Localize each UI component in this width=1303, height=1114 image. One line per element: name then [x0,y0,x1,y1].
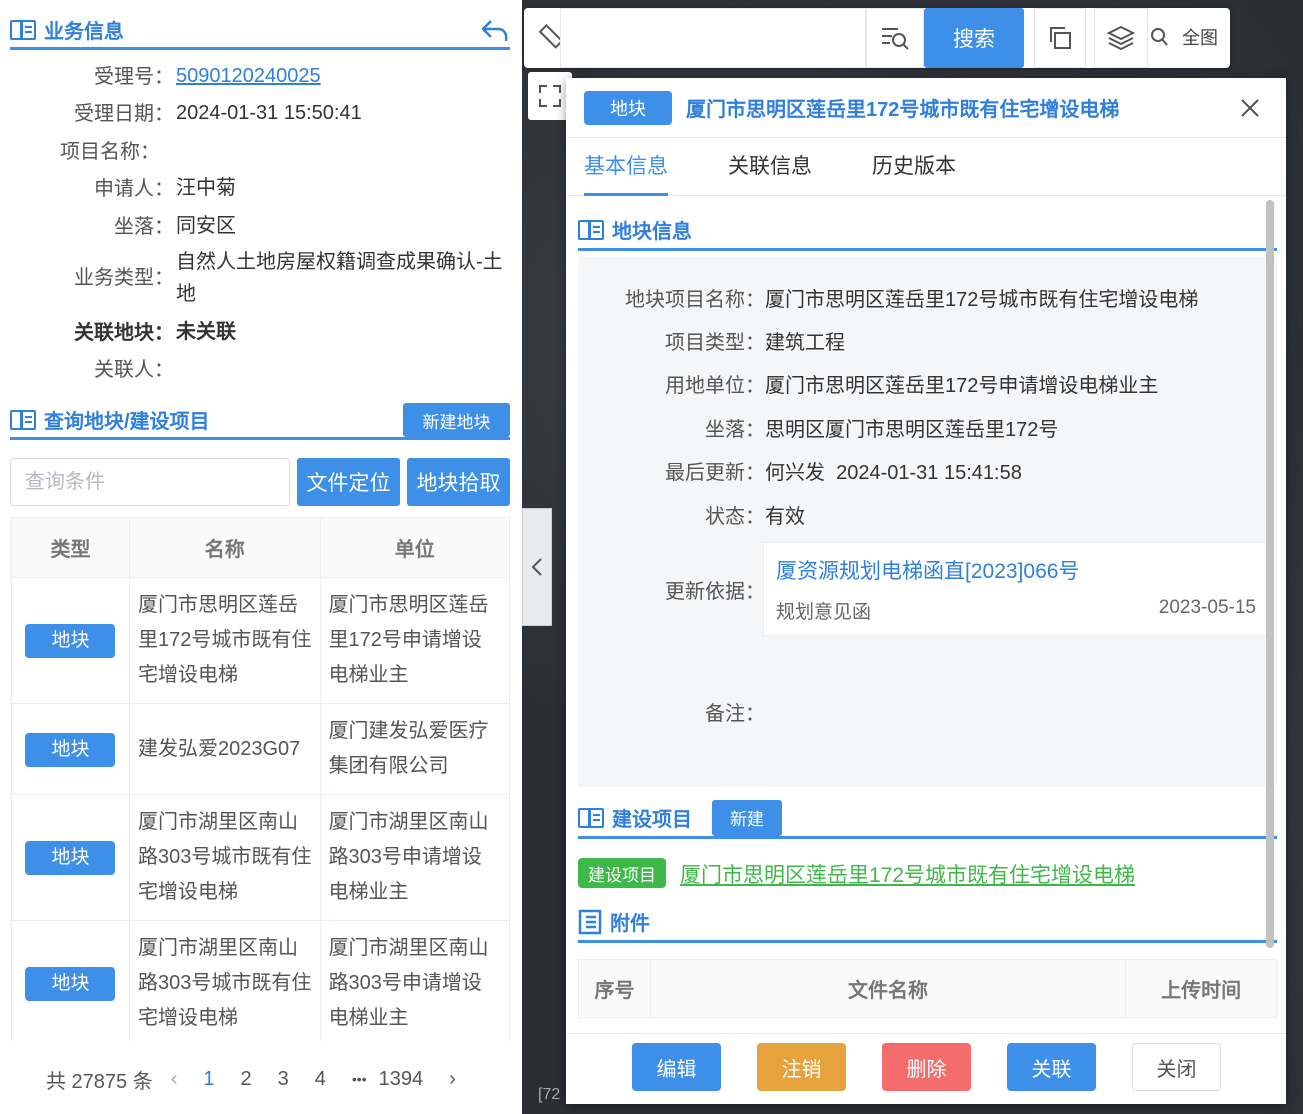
popup-title: 厦门市思明区莲岳里172号城市既有住宅增设电梯 [686,99,1120,121]
tab-related-info[interactable]: 关联信息 [728,138,812,196]
layers-button[interactable] [1094,8,1148,68]
new-project-button[interactable]: 新建 [712,799,782,836]
expand-icon [539,85,561,107]
book-icon [578,219,604,240]
table-row[interactable]: 地块 建发弘爱2023G07 厦门建发弘爱医疗集团有限公司 [11,703,511,795]
coordinate-readout: [72 [538,1086,561,1103]
row-name: 建发弘爱2023G07 [128,703,321,795]
col-upload-time[interactable]: 上传时间 [1125,959,1277,1018]
zoom-extent-icon [1151,28,1168,46]
detail-row-location: 坐落： 思明区厦门市思明区莲岳里172号 [705,419,1059,441]
popup-body[interactable]: 地块信息 地块项目名称： 厦门市思明区莲岳里172号城市既有住宅增设电梯 项目类… [566,197,1286,1033]
table-row[interactable]: 地块 厦门市思明区莲岳里172号城市既有住宅增设电梯 厦门市思明区莲岳里172号… [11,577,511,704]
book-icon [578,807,604,828]
full-view-button[interactable]: 全图 [1148,24,1218,50]
col-unit[interactable]: 单位 [319,517,511,578]
basis-doc-type: 规划意见函 [776,602,872,623]
row-unit: 厦门市湖里区南山路303号申请增设电梯业主 [319,920,511,1041]
parcel-info-title: 地块信息 [612,221,692,243]
attachment-title: 附件 [610,913,650,935]
row-unit: 厦门建发弘爱医疗集团有限公司 [319,703,511,795]
parcel-detail-box: 地块项目名称： 厦门市思明区莲岳里172号城市既有住宅增设电梯 项目类型： 建筑… [578,257,1277,787]
construction-header: 建设项目 新建 [578,799,1277,839]
page-last[interactable]: 1394 [379,1068,424,1091]
page-1[interactable]: 1 [203,1068,214,1091]
total-count: 共 27875 条 [46,1070,153,1093]
full-view-label: 全图 [1182,28,1218,48]
basis-doc-date: 2023-05-15 [1158,597,1256,618]
project-link[interactable]: 厦门市思明区莲岳里172号城市既有住宅增设电梯 [680,859,1135,889]
business-panel: 业务信息 受理号： 5090120240025 受理日期： 2024-01-31… [0,0,522,1114]
page-4[interactable]: 4 [315,1068,326,1091]
row-name: 厦门市湖里区南山路303号城市既有住宅增设电梯 [128,794,321,921]
search-list-icon [882,28,909,50]
table-row[interactable]: 地块 厦门市湖里区南山路303号城市既有住宅增设电梯 厦门市湖里区南山路303号… [11,794,511,921]
link-button[interactable]: 关联 [1007,1043,1096,1091]
parcel-type-tag[interactable]: 地块 [25,841,116,875]
attachment-table: 序号 文件名称 上传时间 [578,959,1277,1018]
prev-page-icon[interactable]: ‹ [171,1068,178,1091]
col-seq[interactable]: 序号 [578,959,651,1018]
parcel-info-header: 地块信息 [578,211,1277,251]
attachment-list-icon [578,909,602,934]
popup-type-tag: 地块 [584,90,672,125]
map-search-input[interactable] [560,8,866,68]
col-name[interactable]: 名称 [128,517,321,578]
row-name: 厦门市思明区莲岳里172号城市既有住宅增设电梯 [128,577,321,704]
detail-row-last-update: 最后更新： 何兴发 2024-01-31 15:41:58 [665,462,1022,484]
detail-row-land-user: 用地单位： 厦门市思明区莲岳里172号申请增设电梯业主 [665,375,1159,397]
layers-icon [1107,25,1135,51]
copy-button[interactable] [1034,8,1086,68]
copy-icon [1050,27,1071,49]
page-ellipsis[interactable]: ••• [352,1071,367,1087]
table-clip: 类型 名称 单位 地块 厦门市思明区莲岳里172号城市既有住宅增设电梯 厦门市思… [0,0,522,1041]
attachment-header: 附件 [578,903,1277,943]
popup-header: 地块 厦门市思明区莲岳里172号城市既有住宅增设电梯 [566,78,1286,138]
delete-button[interactable]: 删除 [882,1043,971,1091]
page-3[interactable]: 3 [278,1068,289,1091]
edit-button[interactable]: 编辑 [632,1043,721,1091]
project-type-tag: 建设项目 [578,858,666,888]
row-unit: 厦门市思明区莲岳里172号申请增设电梯业主 [319,577,511,704]
pager: 共 27875 条 ‹ 1 2 3 4 ••• 1394 › [0,1060,522,1098]
row-unit: 厦门市湖里区南山路303号申请增设电梯业主 [319,794,511,921]
col-file-name[interactable]: 文件名称 [649,959,1127,1018]
parcel-type-tag[interactable]: 地块 [25,732,116,767]
parcel-table: 类型 名称 单位 地块 厦门市思明区莲岳里172号城市既有住宅增设电梯 厦门市思… [11,517,511,1041]
detail-row-status: 状态： 有效 [705,506,805,528]
table-row[interactable]: 地块 厦门市湖里区南山路303号城市既有住宅增设电梯 厦门市湖里区南山路303号… [11,920,511,1041]
map-search-button[interactable]: 搜索 [924,8,1024,68]
close-button[interactable]: 关闭 [1132,1043,1221,1091]
tab-basic-info[interactable]: 基本信息 [584,138,668,196]
parcel-type-tag[interactable]: 地块 [25,967,116,1001]
detail-row-remark: 备注： [705,703,765,725]
col-type[interactable]: 类型 [11,517,130,578]
parcel-detail-popup: 地块 厦门市思明区莲岳里172号城市既有住宅增设电梯 基本信息 关联信息 历史版… [566,78,1286,1104]
popup-scrollbar[interactable] [1266,200,1274,948]
popup-tabs: 基本信息 关联信息 历史版本 [566,138,1286,196]
construction-title: 建设项目 [612,809,692,831]
parcel-type-tag[interactable]: 地块 [25,624,116,658]
page-2[interactable]: 2 [241,1068,252,1091]
cancel-record-button[interactable]: 注销 [757,1043,846,1091]
basis-doc-link[interactable]: 厦资源规划电梯函直[2023]066号 [776,555,1079,585]
row-name: 厦门市湖里区南山路303号城市既有住宅增设电梯 [128,920,321,1041]
detail-row-project-type: 项目类型： 建筑工程 [665,332,845,354]
tab-history[interactable]: 历史版本 [872,138,956,196]
popup-footer: 编辑 注销 删除 关联 关闭 [566,1033,1286,1104]
close-icon[interactable] [1238,96,1262,120]
detail-row-project-name: 地块项目名称： 厦门市思明区莲岳里172号城市既有住宅增设电梯 [625,289,1199,311]
chevron-left-icon [531,558,542,576]
search-filter-button[interactable] [866,8,924,68]
collapse-panel-button[interactable] [522,508,552,626]
next-page-icon[interactable]: › [449,1068,456,1091]
basis-card: 厦资源规划电梯函直[2023]066号 规划意见函 2023-05-15 [763,542,1269,636]
